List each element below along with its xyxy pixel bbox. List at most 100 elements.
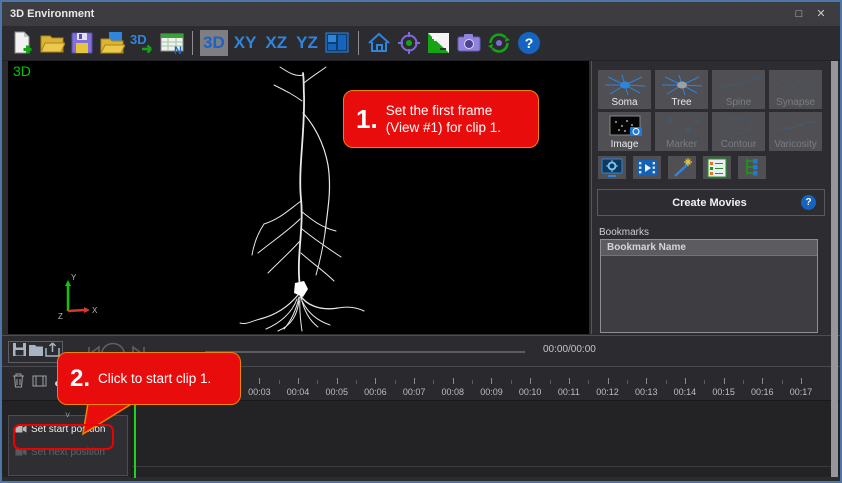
varicosity-icon <box>771 115 821 139</box>
svg-text:?: ? <box>525 35 534 51</box>
view-yz-button[interactable]: YZ <box>293 30 321 56</box>
svg-text:3D: 3D <box>130 32 147 47</box>
save-icon <box>69 30 95 56</box>
timeline-tick: 00:03 <box>240 387 279 397</box>
callout-2-number: 2. <box>58 365 98 393</box>
bookmarks-label: Bookmarks <box>599 227 649 238</box>
window-title: 3D Environment <box>10 8 788 20</box>
movie-file-group <box>8 341 63 363</box>
timeline-tick: 00:09 <box>472 387 511 397</box>
film-play-icon <box>635 158 659 178</box>
viewport-mode-label: 3D <box>13 63 31 79</box>
refresh-icon <box>486 30 512 56</box>
levels-icon <box>426 30 452 56</box>
bookmark-list[interactable]: Bookmark Name <box>600 239 818 333</box>
load-movie-button[interactable] <box>28 343 44 362</box>
synapse-icon <box>771 73 821 97</box>
import-file-button[interactable] <box>98 30 125 57</box>
axis-x-label: X <box>92 306 98 315</box>
folder-document-icon <box>99 30 125 56</box>
main-toolbar: 3D N 3D XY XZ YZ ? <box>2 26 840 61</box>
marker-button[interactable]: Marker <box>655 112 708 151</box>
image-button[interactable]: Image <box>598 112 651 151</box>
view-xy-button[interactable]: XY <box>231 30 260 56</box>
export-3d-button[interactable]: 3D <box>128 30 155 57</box>
tree-icon <box>657 73 707 97</box>
layout-panes-icon <box>324 30 350 56</box>
maximize-button[interactable]: □ <box>788 6 810 22</box>
timeline-tick: 00:15 <box>704 387 743 397</box>
spreadsheet-button[interactable]: N <box>158 30 185 57</box>
hierarchy-icon <box>740 158 764 178</box>
timeline-tick: 00:10 <box>511 387 550 397</box>
create-movies-header: Create Movies ? <box>597 189 825 216</box>
view-3d-button[interactable]: 3D <box>200 30 228 56</box>
timeline-tick: 00:16 <box>743 387 782 397</box>
tree-button[interactable]: Tree <box>655 70 708 109</box>
open-folder-icon <box>39 30 65 56</box>
time-display: 00:00/00:00 <box>543 344 596 355</box>
timeline-tick: 00:08 <box>433 387 472 397</box>
bookmark-name-column-header: Bookmark Name <box>601 240 817 256</box>
magic-wand-icon <box>670 158 694 178</box>
movie-options-button[interactable] <box>703 156 731 179</box>
timeline-tick: 00:17 <box>782 387 821 397</box>
new-file-icon <box>9 30 35 56</box>
track-lane-divider <box>132 466 831 467</box>
trash-icon <box>12 373 25 388</box>
axis-z-label: Z <box>58 312 63 321</box>
center-target-button[interactable] <box>396 30 423 57</box>
time-ticks: 00:03 00:04 00:05 00:06 00:07 00:08 00:0… <box>240 387 820 397</box>
home-icon <box>366 30 392 56</box>
clip-button[interactable] <box>32 374 47 392</box>
toolbar-separator <box>192 31 193 55</box>
timeline-tick: 00:05 <box>317 387 356 397</box>
snapshot-button[interactable] <box>456 30 483 57</box>
close-button[interactable]: ✕ <box>810 6 832 22</box>
movie-button[interactable] <box>633 156 661 179</box>
help-button[interactable]: ? <box>516 30 543 57</box>
callout-2-text: Click to start clip 1. <box>98 371 211 386</box>
toolbar-separator <box>358 31 359 55</box>
soma-button[interactable]: Soma <box>598 70 651 109</box>
synapse-button[interactable]: Synapse <box>769 70 822 109</box>
view-xz-button[interactable]: XZ <box>262 30 290 56</box>
movie-progress-slider[interactable] <box>205 351 525 353</box>
tree-view-button[interactable] <box>738 156 766 179</box>
trace-tools-grid: Soma Tree Spine Synapse Image Marker <box>598 70 826 151</box>
brightness-contrast-button[interactable] <box>426 30 453 57</box>
varicosity-button[interactable]: Varicosity <box>769 112 822 151</box>
spreadsheet-icon: N <box>159 30 185 56</box>
target-icon <box>396 30 422 56</box>
svg-text:N: N <box>174 45 182 56</box>
contour-icon <box>714 115 764 139</box>
app-window: 3D Environment □ ✕ 3D N 3D XY XZ YZ ? 3D <box>0 0 842 483</box>
clip-edit-icons: ● <box>12 373 61 393</box>
movie-mini-toolbar <box>598 156 766 179</box>
callout-step-2: 2. Click to start clip 1. <box>57 352 241 405</box>
refresh-button[interactable] <box>486 30 513 57</box>
spine-button[interactable]: Spine <box>712 70 765 109</box>
timeline-tick: 00:13 <box>627 387 666 397</box>
new-file-button[interactable] <box>8 30 35 57</box>
layout-button[interactable] <box>324 30 351 57</box>
display-settings-button[interactable] <box>598 156 626 179</box>
clip-icon <box>32 375 47 387</box>
timeline-tick: 00:07 <box>395 387 434 397</box>
title-bar[interactable]: 3D Environment □ ✕ <box>2 2 840 26</box>
delete-clip-button[interactable] <box>12 373 25 393</box>
timeline-tick: 00:12 <box>588 387 627 397</box>
save-movie-button[interactable] <box>12 342 27 362</box>
monitor-gear-icon <box>600 158 624 178</box>
save-button[interactable] <box>68 30 95 57</box>
export-3d-icon: 3D <box>129 30 155 56</box>
open-movie-icon <box>28 343 44 357</box>
camera-icon <box>456 30 482 56</box>
help-icon: ? <box>516 30 542 56</box>
wizard-button[interactable] <box>668 156 696 179</box>
open-file-button[interactable] <box>38 30 65 57</box>
home-view-button[interactable] <box>366 30 393 57</box>
panel-splitter[interactable] <box>831 61 838 477</box>
create-movies-help-icon[interactable]: ? <box>801 195 816 210</box>
contour-button[interactable]: Contour <box>712 112 765 151</box>
